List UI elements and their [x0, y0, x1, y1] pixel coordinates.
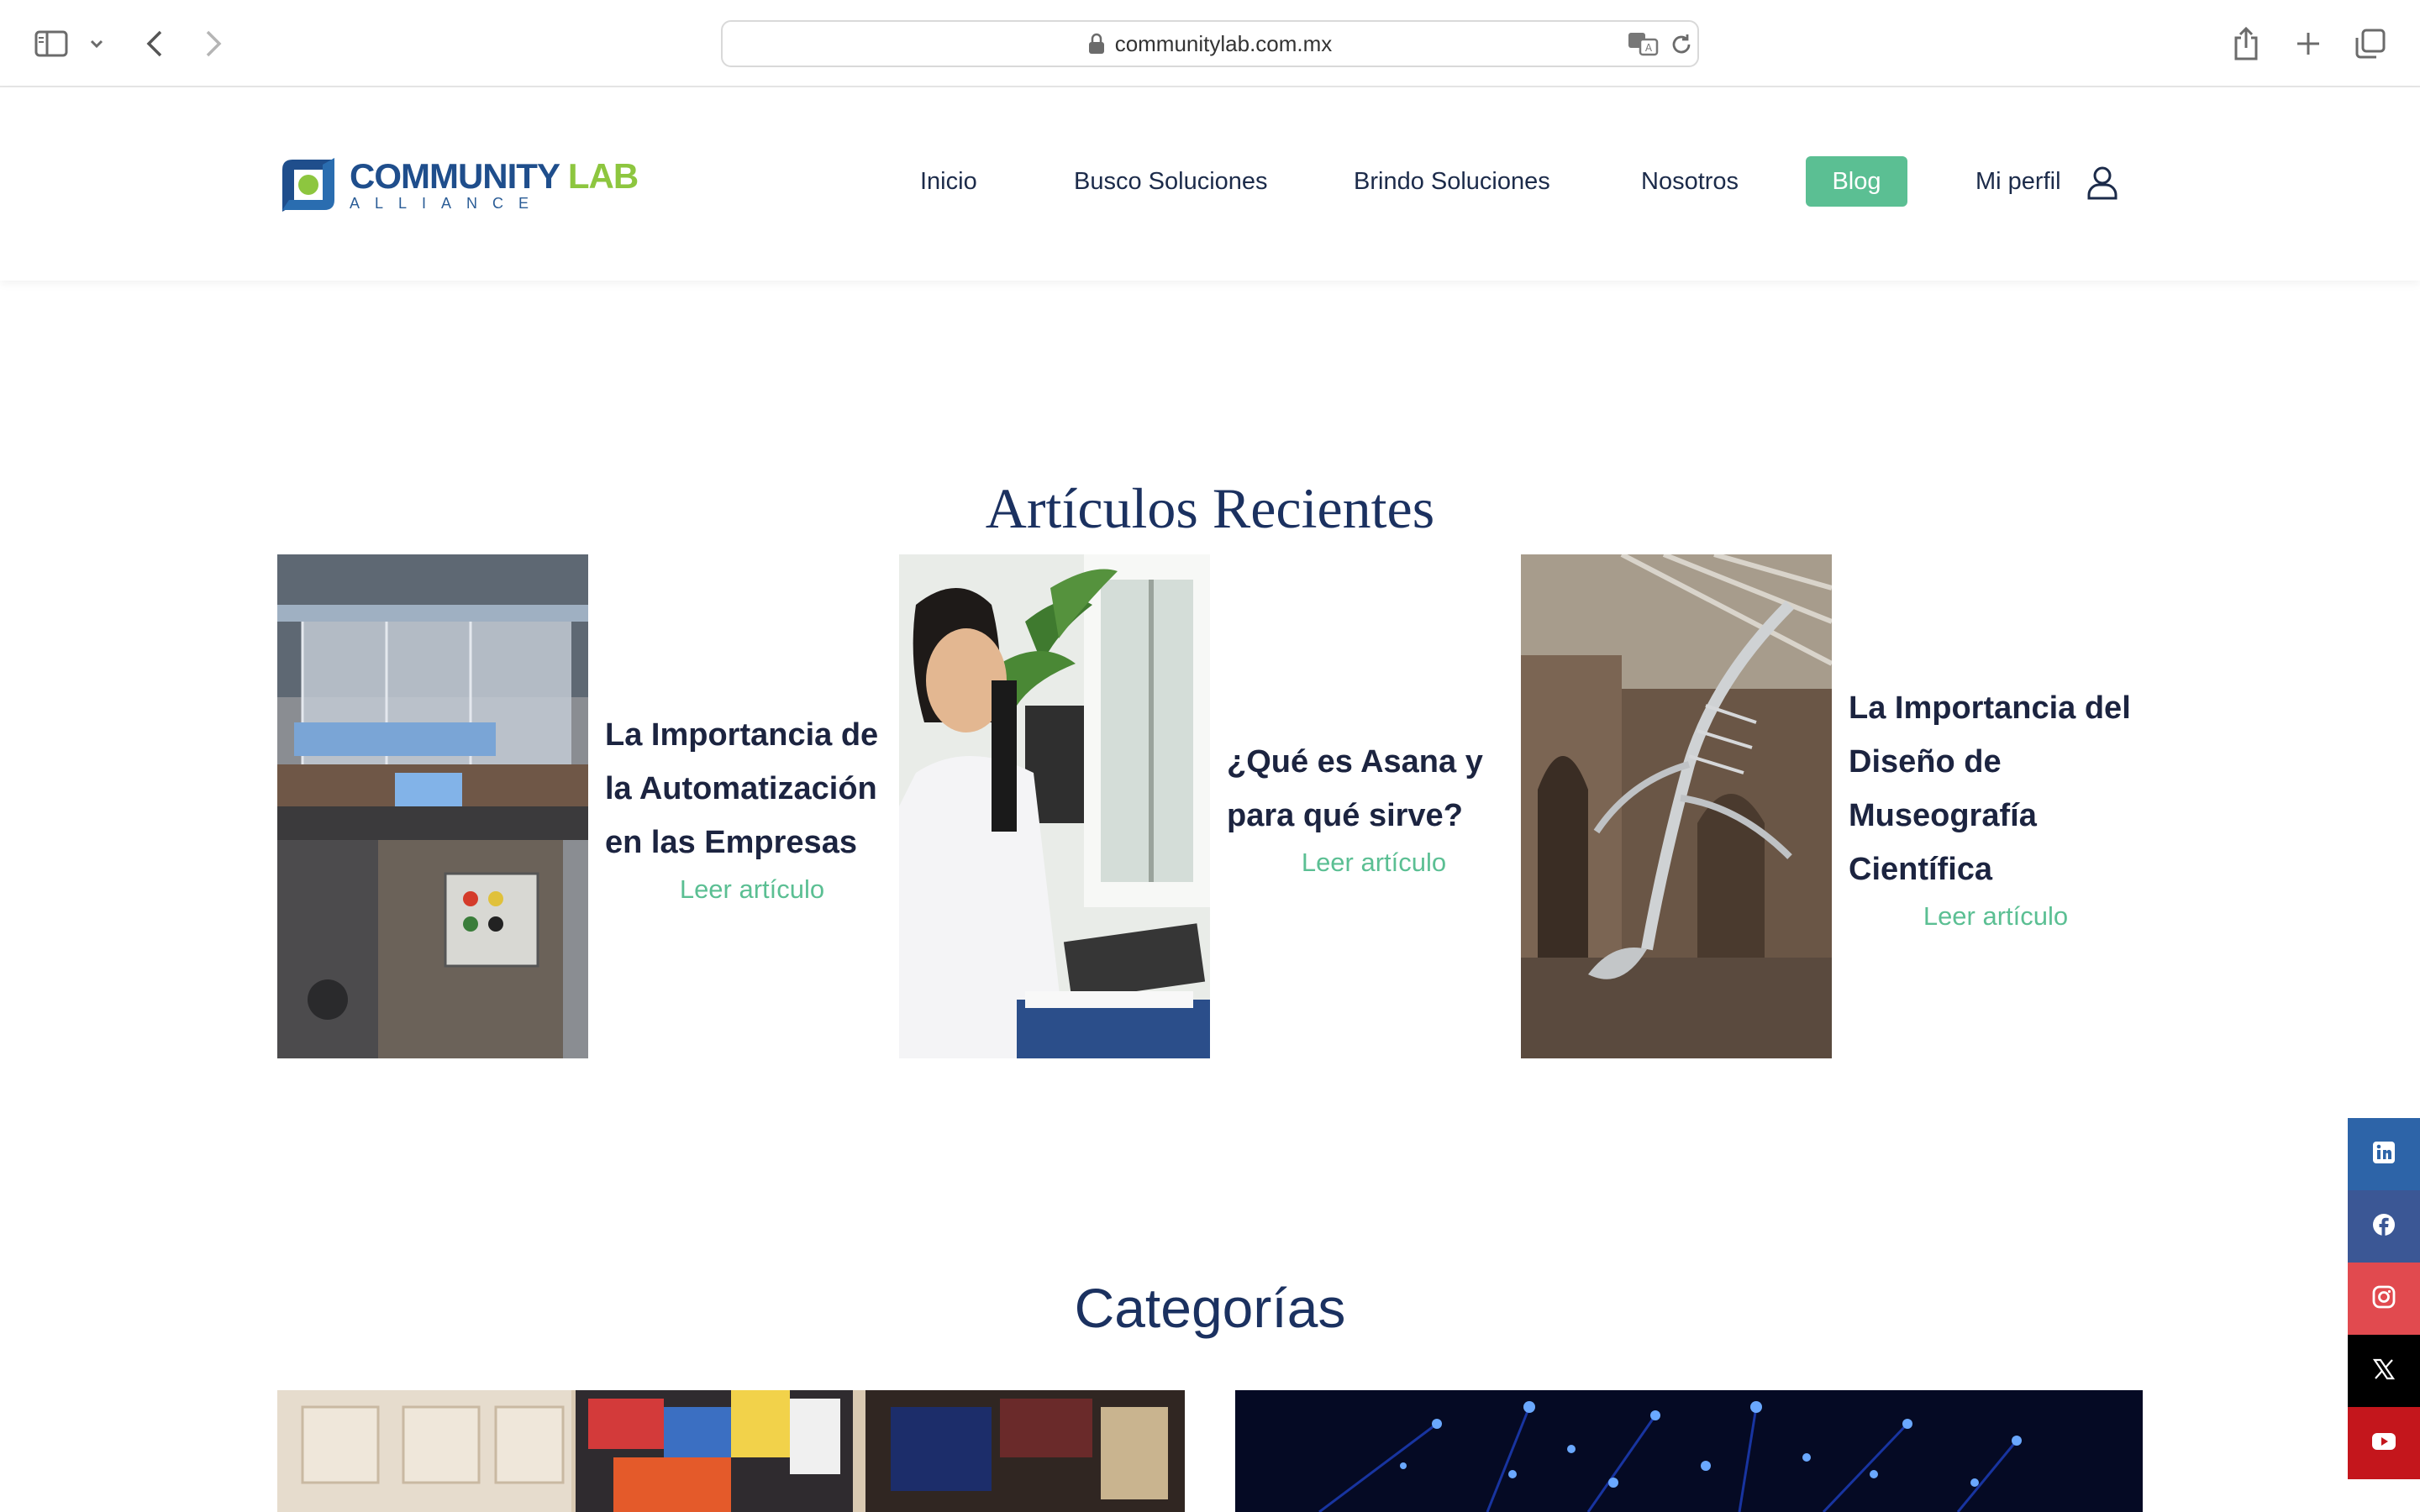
article-title-line: en las Empresas: [605, 825, 857, 860]
lock-icon: [1088, 33, 1105, 55]
read-article-link[interactable]: Leer artículo: [1849, 901, 2143, 932]
site-logo[interactable]: COMMUNITY LAB ALLIANCE: [277, 151, 639, 218]
user-icon[interactable]: [2086, 165, 2119, 204]
category-image-fiber[interactable]: [1235, 1390, 2143, 1512]
x-icon: [2372, 1357, 2396, 1385]
article-title-line: Diseño de: [1849, 744, 2002, 780]
x-link[interactable]: [2348, 1335, 2420, 1407]
site-header: COMMUNITY LAB ALLIANCE Inicio Busco Solu…: [0, 87, 2420, 281]
article-title[interactable]: La Importancia de la Automatización en l…: [605, 708, 899, 869]
translate-icon[interactable]: A: [1627, 30, 1660, 61]
article-image-factory[interactable]: [277, 554, 588, 1058]
linkedin-link[interactable]: [2348, 1118, 2420, 1190]
nav-nosotros[interactable]: Nosotros: [1641, 156, 1739, 207]
url-text: communitylab.com.mx: [1114, 30, 1333, 56]
article-text: La Importancia del Diseño de Museografía…: [1849, 554, 2143, 1058]
article-card[interactable]: La Importancia del Diseño de Museografía…: [1521, 554, 2143, 1058]
article-text: ¿Qué es Asana y para qué sirve? Leer art…: [1227, 554, 1521, 1058]
article-image-office[interactable]: [899, 554, 1210, 1058]
category-image-art[interactable]: [277, 1390, 1185, 1512]
chevron-down-icon[interactable]: [86, 18, 108, 69]
tab-overview-icon[interactable]: [2351, 18, 2390, 69]
article-title-line: La Importancia de: [605, 717, 879, 753]
article-title-line: ¿Qué es Asana y: [1227, 744, 1483, 780]
logo-mark-icon: [277, 155, 339, 215]
article-card[interactable]: ¿Qué es Asana y para qué sirve? Leer art…: [899, 554, 1521, 1058]
url-display[interactable]: communitylab.com.mx: [723, 22, 1697, 66]
reload-icon[interactable]: [1669, 32, 1694, 61]
forward-icon[interactable]: [197, 18, 230, 69]
nav-brindo-soluciones[interactable]: Brindo Soluciones: [1354, 156, 1550, 207]
article-title-line: Científica: [1849, 852, 1993, 887]
article-image-museum[interactable]: [1521, 554, 1832, 1058]
share-icon[interactable]: [2227, 18, 2265, 69]
article-title[interactable]: La Importancia del Diseño de Museografía…: [1849, 681, 2143, 896]
address-bar[interactable]: communitylab.com.mx A: [721, 20, 1699, 67]
nav-inicio[interactable]: Inicio: [920, 156, 977, 207]
nav-mi-perfil[interactable]: Mi perfil: [1975, 156, 2061, 207]
article-title-line: La Importancia del: [1849, 690, 2131, 726]
svg-text:A: A: [1645, 42, 1653, 54]
recent-articles-title: Artículos Recientes: [985, 476, 1435, 540]
browser-toolbar: communitylab.com.mx A: [0, 0, 2420, 87]
article-title[interactable]: ¿Qué es Asana y para qué sirve?: [1227, 735, 1521, 843]
nav-busco-soluciones[interactable]: Busco Soluciones: [1074, 156, 1268, 207]
instagram-icon: [2372, 1285, 2396, 1313]
linkedin-icon: [2372, 1141, 2396, 1168]
article-title-line: la Automatización: [605, 771, 877, 806]
youtube-link[interactable]: [2348, 1407, 2420, 1479]
read-article-link[interactable]: Leer artículo: [1227, 848, 1521, 878]
logo-word-community: COMMUNITY: [350, 155, 560, 196]
sidebar-toggle-icon[interactable]: [30, 18, 72, 69]
logo-word-lab: LAB: [567, 155, 639, 196]
article-text: La Importancia de la Automatización en l…: [605, 554, 899, 1058]
youtube-icon: [2371, 1432, 2396, 1455]
categories-title: Categorías: [1074, 1277, 1346, 1339]
facebook-icon: [2372, 1213, 2396, 1241]
logo-subtitle: ALLIANCE: [350, 194, 544, 212]
instagram-link[interactable]: [2348, 1263, 2420, 1335]
logo-text: COMMUNITY LAB: [350, 155, 639, 196]
facebook-link[interactable]: [2348, 1190, 2420, 1263]
article-title-line: para qué sirve?: [1227, 798, 1463, 833]
article-title-line: Museografía: [1849, 798, 2037, 833]
read-article-link[interactable]: Leer artículo: [605, 874, 899, 905]
back-icon[interactable]: [138, 18, 171, 69]
article-card[interactable]: La Importancia de la Automatización en l…: [277, 554, 899, 1058]
nav-blog[interactable]: Blog: [1806, 156, 1907, 207]
new-tab-icon[interactable]: [2289, 18, 2328, 69]
